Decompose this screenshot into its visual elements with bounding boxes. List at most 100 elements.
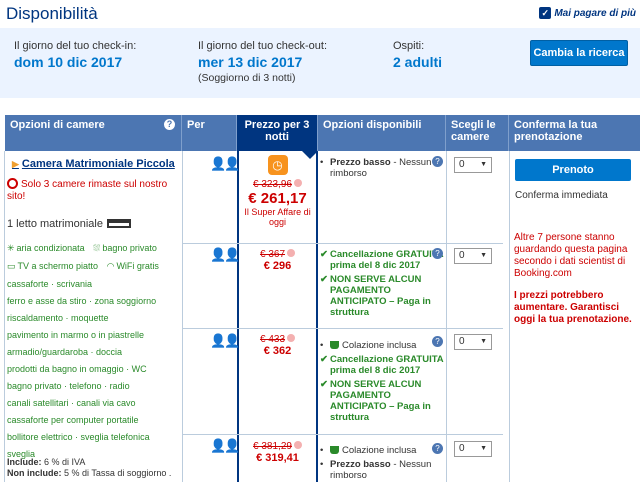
header-price: Prezzo per 3 notti (237, 115, 318, 151)
tax-info: Include: 6 % di IVA Non include: 5 % di … (7, 457, 172, 478)
room-name-link[interactable]: ▶ Camera Matrimoniale Piccola (12, 158, 175, 170)
table-header: Opzioni di camere? Per Prezzo per 3 nott… (5, 115, 640, 151)
help-icon[interactable]: ? (164, 119, 175, 130)
facility-item: riscaldamento · moquette (7, 313, 109, 323)
coffee-cup-icon (330, 341, 339, 349)
clock-icon (7, 178, 18, 189)
no-pay-more-badge[interactable]: ✓ Mai pagare di più (539, 7, 636, 19)
help-icon[interactable]: ? (432, 336, 443, 347)
facility-item: pavimento in marmo o in piastrelle (7, 330, 145, 340)
option-item: ✔ Cancellazione GRATUITA prima del 8 dic … (320, 249, 444, 271)
super-deal-label: Il Super Affare di oggi (244, 207, 311, 227)
bed-icon (107, 219, 131, 228)
info-icon (293, 441, 302, 449)
facility-item: bagno privato · telefono · radio (7, 381, 130, 391)
arrow-right-icon: ▶ (12, 159, 19, 169)
option-item: • Colazione inclusa (320, 445, 417, 456)
row-divider (182, 328, 503, 329)
facility-item: ✳ aria condizionata ⛆ bagno privato (7, 243, 157, 253)
divider (4, 151, 5, 482)
facility-item: canali satellitari · canali via cavo (7, 398, 136, 408)
checkin-label: Il giorno del tuo check-in: (14, 40, 137, 52)
help-icon[interactable]: ? (432, 248, 443, 259)
options-cell: • Prezzo basso - Nessun rimborso (320, 157, 444, 182)
occupancy-icon: 👤👤 (210, 438, 240, 453)
deal-clock-icon: ◷ (267, 155, 288, 175)
no-pay-label: Mai pagare di più (554, 8, 636, 19)
top-bar: Disponibilità ✓ Mai pagare di più (0, 0, 640, 30)
header-room-options: Opzioni di camere? (5, 115, 182, 151)
row-divider (182, 243, 503, 244)
page-title: Disponibilità (6, 4, 98, 23)
facility-item: ▭ TV a schermo piatto ◠ WiFi gratis (7, 261, 159, 271)
scarcity-warning: Solo 3 camere rimaste sul nostro sito! (7, 178, 168, 202)
option-item: • Colazione inclusa (320, 340, 417, 351)
price-cell: € 381,29 € 319,41 (239, 441, 316, 464)
price-warning: I prezzi potrebbero aumentare. Garantisc… (514, 290, 632, 325)
bath-icon: ⛆ (93, 243, 101, 253)
new-price: € 362 (263, 345, 292, 357)
checkout-field[interactable]: Il giorno del tuo check-out: mer 13 dic … (198, 40, 327, 84)
options-cell: • Colazione inclusa • Prezzo basso - Nessu… (320, 445, 444, 484)
change-search-button[interactable]: Cambia la ricerca (530, 40, 628, 66)
facility-item: prodotti da bagno in omaggio · WC (7, 364, 147, 374)
info-icon (293, 179, 302, 187)
room-quantity-select[interactable]: 0 ▼ (454, 157, 492, 173)
checkin-value[interactable]: dom 10 dic 2017 (14, 54, 136, 70)
option-item: ✔ NON SERVE ALCUN PAGAMENTO ANTICIPATO – … (320, 379, 431, 423)
wifi-icon: ◠ (106, 261, 115, 271)
old-price: € 367 (239, 249, 316, 260)
help-icon[interactable]: ? (432, 156, 443, 167)
header-choose-rooms: Scegli le camere (446, 115, 509, 151)
room-quantity-select[interactable]: 0 ▼ (454, 248, 492, 264)
divider (509, 151, 510, 482)
facility-item: cassaforte · scrivania (7, 279, 93, 289)
header-options: Opzioni disponibili (318, 115, 446, 151)
tv-icon: ▭ (7, 261, 16, 271)
checkmark-icon: ✓ (539, 7, 552, 19)
chevron-down-icon: ▼ (480, 338, 487, 345)
options-cell: ✔ Cancellazione GRATUITA prima del 8 dic … (320, 249, 444, 321)
info-icon (287, 334, 296, 342)
guests-label: Ospiti: (393, 40, 425, 52)
bed-type: 1 letto matrimoniale (7, 218, 131, 230)
options-cell: • Colazione inclusa ✔ Cancellazione GRATUI… (320, 340, 444, 426)
new-price: € 261,17 (248, 190, 307, 207)
help-icon[interactable]: ? (432, 443, 443, 454)
nights-count: (Soggiorno di 3 notti) (198, 72, 296, 84)
occupancy-icon: 👤👤 (210, 156, 240, 171)
option-item: • Prezzo basso - Nessun rimborso (320, 459, 432, 481)
chevron-down-icon: ▼ (480, 161, 487, 168)
new-price: € 319,41 (256, 452, 299, 464)
checkout-value[interactable]: mer 13 dic 2017 (198, 54, 327, 70)
instant-confirmation: Conferma immediata (515, 190, 608, 201)
chevron-down-icon: ▼ (480, 445, 487, 452)
chevron-down-icon: ▼ (480, 252, 487, 259)
facility-item: armadio/guardaroba · doccia (7, 347, 123, 357)
guests-field[interactable]: Ospiti: 2 adulti (393, 40, 442, 70)
row-divider (182, 434, 503, 435)
viewers-notice: Altre 7 persone stanno guardando questa … (514, 232, 628, 279)
checkin-field[interactable]: Il giorno del tuo check-in: dom 10 dic 2… (14, 40, 136, 70)
coffee-cup-icon (330, 446, 339, 454)
divider (182, 151, 183, 482)
room-quantity-select[interactable]: 0 ▼ (454, 334, 492, 350)
option-item: ✔ Cancellazione GRATUITA prima del 8 dic … (320, 354, 444, 376)
search-summary: Il giorno del tuo check-in: dom 10 dic 2… (0, 28, 640, 98)
occupancy-icon: 👤👤 (210, 247, 240, 262)
header-confirm: Conferma la tua prenotazione (514, 119, 598, 143)
header-per: Per (182, 115, 237, 151)
facility-item: bollitore elettrico · sveglia telefonica (7, 432, 150, 442)
old-price: € 323,96 (239, 179, 316, 190)
old-price: € 433 (239, 334, 316, 345)
occupancy-icon: 👤👤 (210, 333, 240, 348)
guests-value[interactable]: 2 adulti (393, 54, 442, 70)
book-button[interactable]: Prenoto (515, 159, 631, 181)
price-cell: € 367 € 296 (239, 249, 316, 272)
facility-item: cassaforte per computer portatile (7, 415, 139, 425)
option-item: ✔ NON SERVE ALCUN PAGAMENTO ANTICIPATO – … (320, 274, 431, 318)
room-quantity-select[interactable]: 0 ▼ (454, 441, 492, 457)
price-cell: € 433 € 362 (239, 334, 316, 357)
option-item: • Prezzo basso - Nessun rimborso (320, 157, 432, 179)
old-price: € 381,29 (239, 441, 316, 452)
